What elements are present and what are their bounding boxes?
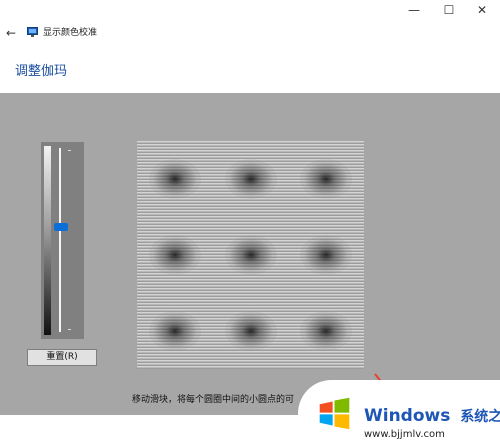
gamma-gradient-strip	[44, 146, 51, 335]
page-heading: 调整伽玛	[15, 64, 68, 79]
monitor-icon	[27, 27, 38, 37]
test-pattern-dot	[148, 159, 201, 199]
watermark-url: www.bjjmlv.com	[364, 429, 445, 440]
test-pattern-dot	[224, 235, 277, 275]
test-pattern-dot	[148, 235, 201, 275]
gamma-test-pattern	[137, 141, 364, 369]
test-pattern-dot	[300, 235, 353, 275]
test-pattern-dot	[224, 159, 277, 199]
test-pattern-dot	[224, 311, 277, 351]
test-pattern-dot	[300, 311, 353, 351]
watermark-brand-cn: 系统之家	[460, 409, 500, 425]
windows-logo-icon	[319, 397, 350, 430]
instruction-text: 移动滑块，将每个圆圈中间的小圆点的可	[132, 395, 295, 405]
gamma-slider-thumb[interactable]	[54, 223, 68, 232]
slider-bottom-tick	[68, 329, 71, 330]
gamma-slider-track[interactable]	[59, 148, 61, 332]
window-title: 显示颜色校准	[43, 28, 98, 38]
watermark-brand-en: Windows	[364, 406, 451, 426]
slider-top-tick	[68, 150, 71, 151]
back-arrow-icon[interactable]: ←	[6, 26, 20, 40]
site-watermark: Windows 系统之家 www.bjjmlv.com	[298, 380, 500, 447]
gamma-slider-panel	[41, 142, 84, 339]
reset-button[interactable]: 重置(R)	[27, 349, 97, 366]
title-bar: ← 显示颜色校准 — ☐ ✕	[0, 0, 500, 52]
minimize-button[interactable]: —	[400, 2, 428, 18]
watermark-brand: Windows 系统之家	[364, 406, 500, 427]
maximize-button[interactable]: ☐	[435, 2, 463, 18]
test-pattern-dot	[300, 159, 353, 199]
test-pattern-dot	[148, 311, 201, 351]
close-button[interactable]: ✕	[468, 2, 496, 18]
